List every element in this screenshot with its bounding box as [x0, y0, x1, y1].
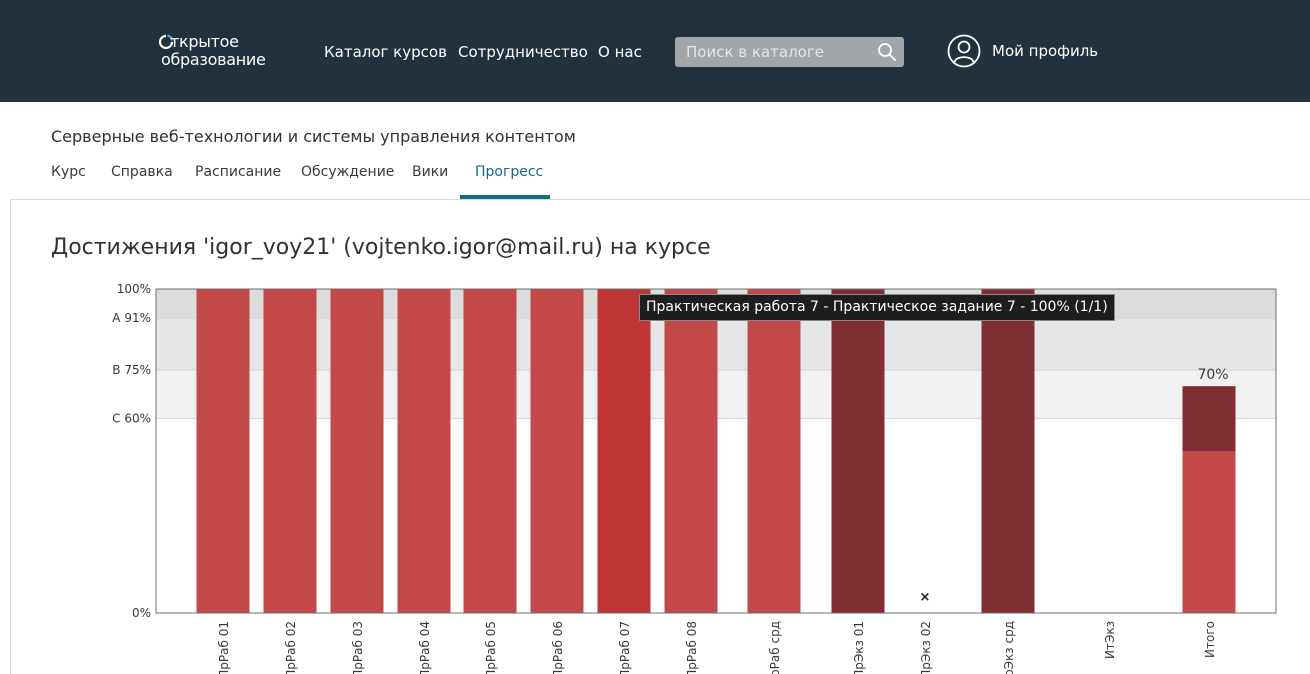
bar — [330, 289, 384, 613]
bar — [597, 289, 651, 613]
x-tick-label: ПрЭкз 01 — [852, 621, 866, 674]
bar — [530, 289, 584, 613]
y-tick-label: C 60% — [112, 412, 151, 426]
x-tick-label: ПрРаб 03 — [351, 621, 365, 674]
bar — [263, 289, 317, 613]
y-tick-label: 100% — [117, 282, 151, 296]
x-tick-label: ПрРаб 04 — [418, 621, 432, 674]
x-tick-label: ПрРаб 08 — [685, 621, 699, 674]
x-tick-label: ИтЭкз — [1103, 621, 1117, 659]
bar-tooltip: Практическая работа 7 - Практическое зад… — [639, 294, 1115, 321]
bar — [196, 289, 250, 613]
x-tick-label: ПрРаб 06 — [551, 621, 565, 674]
x-tick-label: ПрРаб 02 — [284, 621, 298, 674]
x-tick-label: ПрРаб 01 — [217, 621, 231, 674]
bar — [664, 289, 718, 613]
y-tick-label: 0% — [132, 606, 151, 620]
bar — [397, 289, 451, 613]
bar — [981, 289, 1035, 613]
dropped-marker: × — [920, 590, 931, 605]
grade-chart: 100% A 91% B 75% C 60% 0% ПрРаб 01 ПрРаб 02 ПрР… — [112, 282, 1277, 674]
bar — [463, 289, 517, 613]
x-tick-label: ПрРаб 05 — [484, 621, 498, 674]
bar-value-label: 70% — [1197, 367, 1228, 383]
y-tick-label: A 91% — [112, 311, 151, 325]
x-tick-label: ПрРаб 07 — [618, 621, 632, 674]
y-tick-label: B 75% — [112, 363, 151, 377]
x-tick-label: ПрЭкз срд — [1002, 621, 1016, 674]
bar-total-upper — [1182, 386, 1236, 451]
bar — [831, 289, 885, 613]
bar — [747, 289, 801, 613]
bar-total-lower — [1182, 451, 1236, 613]
x-tick-label: Итого — [1203, 621, 1217, 658]
x-tick-label: ПрРаб срд — [768, 621, 782, 674]
x-tick-label: ПрЭкз 02 — [919, 621, 933, 674]
